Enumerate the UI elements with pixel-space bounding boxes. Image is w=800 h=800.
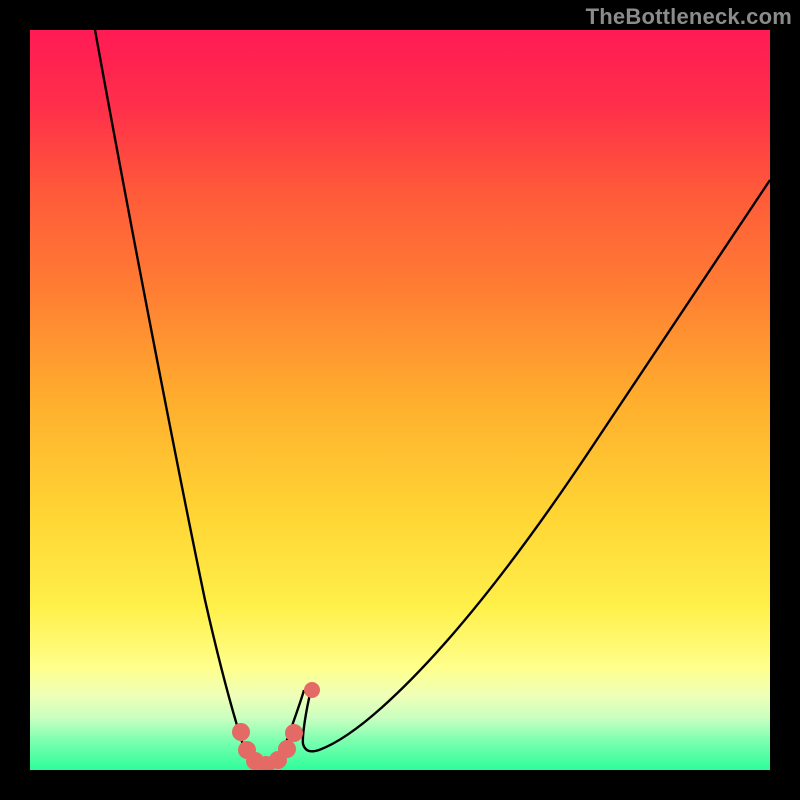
marker-dot xyxy=(278,740,296,758)
marker-dot xyxy=(304,682,320,698)
marker-dot xyxy=(285,724,303,742)
chart-svg xyxy=(30,30,770,770)
watermark-text: TheBottleneck.com xyxy=(586,4,792,30)
gradient-background xyxy=(30,30,770,770)
marker-dot xyxy=(232,723,250,741)
plot-area xyxy=(30,30,770,770)
outer-frame: TheBottleneck.com xyxy=(0,0,800,800)
